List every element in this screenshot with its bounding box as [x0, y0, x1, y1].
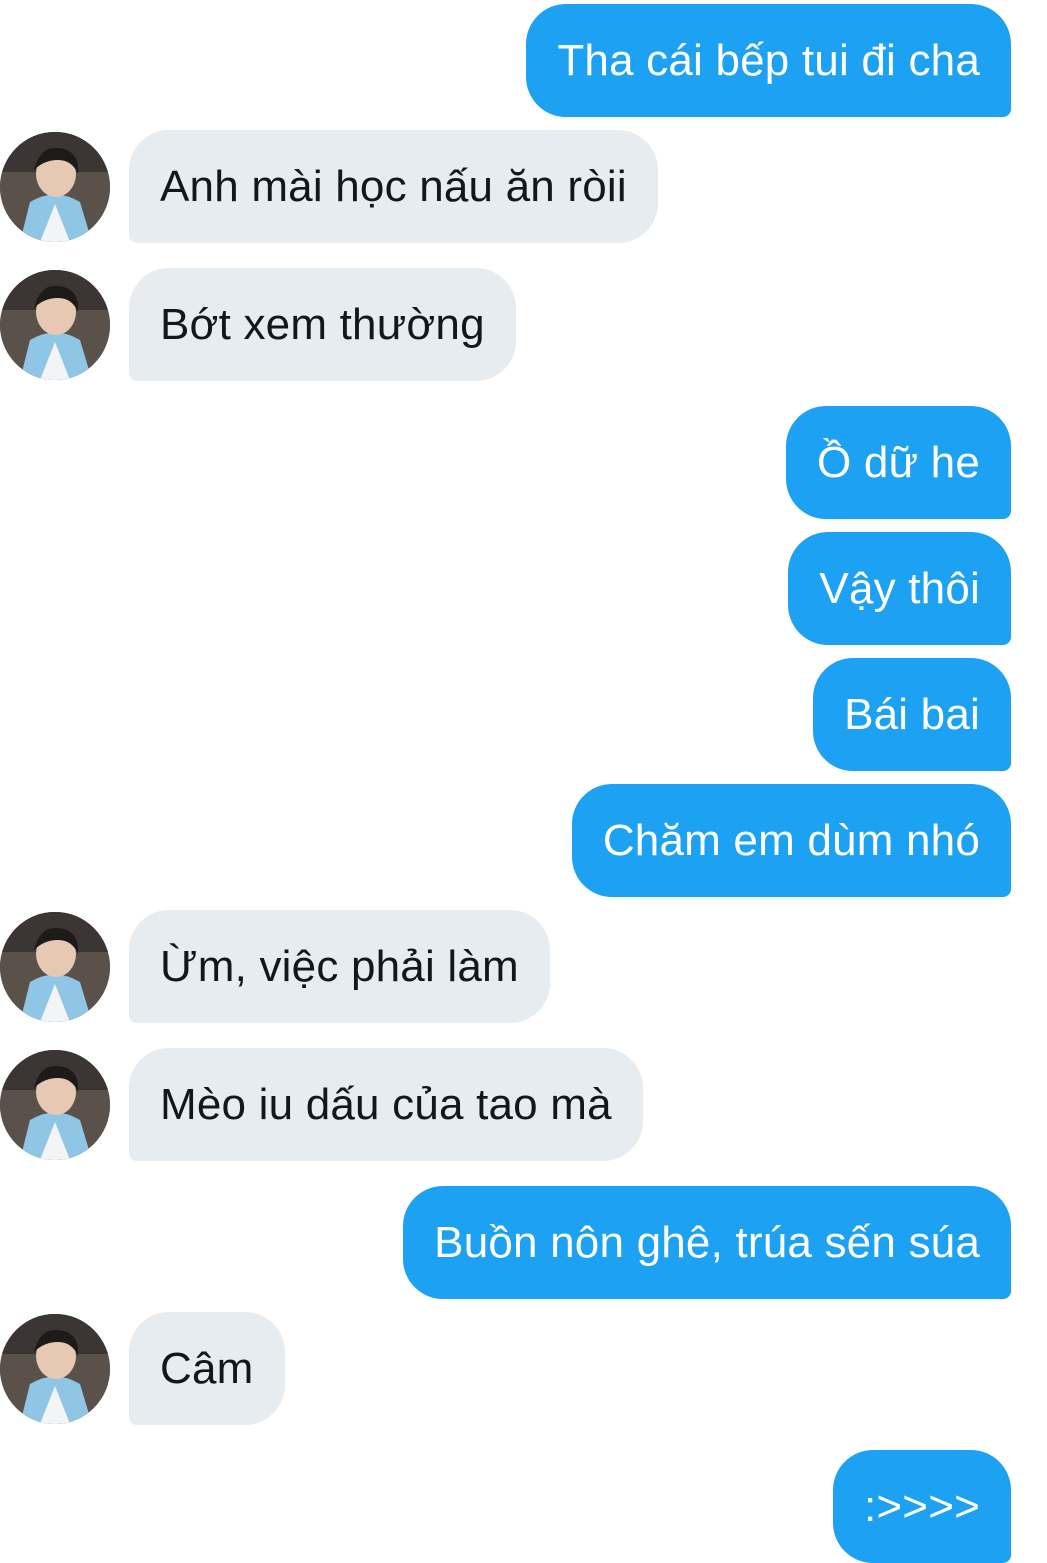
message-bubble[interactable]: Câm	[129, 1312, 285, 1425]
message-sent[interactable]: Chăm em dùm nhó	[571, 784, 1011, 897]
message-received[interactable]: Anh mài học nấu ăn ròii	[0, 130, 658, 243]
message-bubble[interactable]: Bái bai	[813, 658, 1011, 771]
message-bubble[interactable]: Bớt xem thường	[129, 268, 516, 381]
contact-avatar[interactable]	[0, 1049, 110, 1160]
message-bubble[interactable]: Ồ dữ he	[786, 406, 1011, 519]
message-sent[interactable]: Ồ dữ he	[786, 406, 1011, 519]
message-sent[interactable]: Buồn nôn ghê, trúa sến súa	[403, 1186, 1011, 1299]
contact-avatar[interactable]	[0, 911, 110, 1022]
message-sent[interactable]: Vậy thôi	[788, 532, 1011, 645]
message-sent[interactable]: Bái bai	[813, 658, 1011, 771]
message-bubble[interactable]: Ừm, việc phải làm	[129, 910, 550, 1023]
message-bubble[interactable]: Chăm em dùm nhó	[571, 784, 1011, 897]
message-bubble[interactable]: :>>>>	[832, 1450, 1011, 1563]
message-bubble[interactable]: Vậy thôi	[788, 532, 1011, 645]
contact-avatar[interactable]	[0, 269, 110, 380]
contact-avatar[interactable]	[0, 1313, 110, 1424]
message-sent[interactable]: :>>>>	[832, 1450, 1011, 1563]
message-sent[interactable]: Tha cái bếp tui đi cha	[526, 4, 1011, 117]
chat-thread: Tha cái bếp tui đi cha Anh mài học nấu ă…	[0, 0, 1047, 1563]
contact-avatar[interactable]	[0, 131, 110, 242]
message-bubble[interactable]: Tha cái bếp tui đi cha	[526, 4, 1011, 117]
message-bubble[interactable]: Mèo iu dấu của tao mà	[129, 1048, 643, 1161]
message-received[interactable]: Bớt xem thường	[0, 268, 516, 381]
message-received[interactable]: Ừm, việc phải làm	[0, 910, 550, 1023]
message-bubble[interactable]: Buồn nôn ghê, trúa sến súa	[403, 1186, 1011, 1299]
message-received[interactable]: Mèo iu dấu của tao mà	[0, 1048, 643, 1161]
message-bubble[interactable]: Anh mài học nấu ăn ròii	[129, 130, 658, 243]
message-received[interactable]: Câm	[0, 1312, 285, 1425]
